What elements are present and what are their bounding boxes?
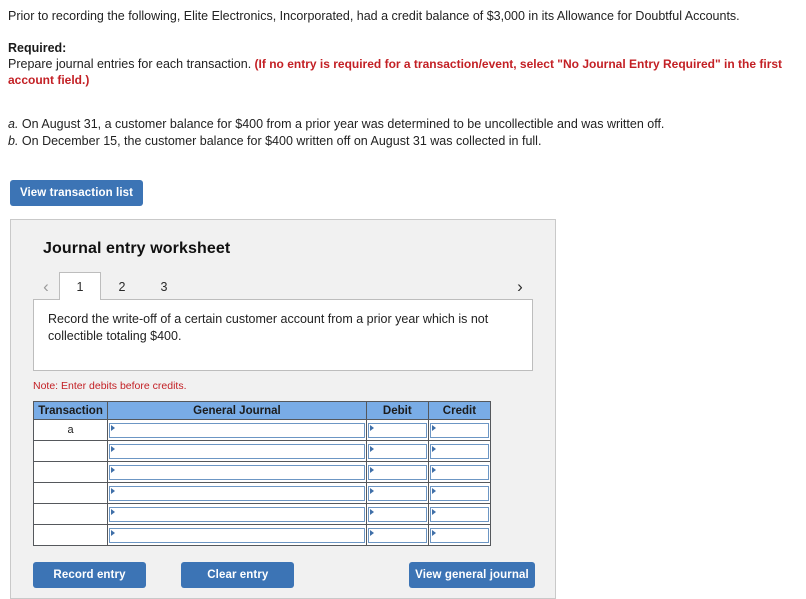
required-text: Prepare journal entries for each transac…: [8, 57, 252, 71]
transaction-list: a. On August 31, a customer balance for …: [8, 116, 798, 150]
credit-input[interactable]: [429, 464, 489, 480]
general-journal-input[interactable]: [109, 485, 365, 501]
worksheet-footer: Record entry Clear entry View general jo…: [33, 562, 535, 588]
table-header-row: Transaction General Journal Debit Credit: [32, 401, 492, 420]
worksheet-tabbar: ‹ 1 2 3 ›: [33, 272, 533, 300]
general-journal-input[interactable]: [109, 464, 365, 480]
credit-input-cell[interactable]: [427, 503, 492, 525]
tab-1[interactable]: 1: [59, 272, 101, 300]
column-header-credit: Credit: [427, 401, 492, 420]
debit-input-cell[interactable]: [365, 419, 429, 441]
table-row: [32, 482, 492, 504]
general-journal-input[interactable]: [109, 443, 365, 459]
journal-entry-table: Transaction General Journal Debit Credit…: [32, 401, 492, 546]
debits-before-credits-note: Note: Enter debits before credits.: [33, 380, 187, 392]
general-journal-input-cell[interactable]: [107, 440, 367, 462]
transaction-label-cell: [32, 482, 109, 504]
debit-input-cell[interactable]: [365, 482, 429, 504]
general-journal-input-cell[interactable]: [107, 482, 367, 504]
transaction-key: b.: [8, 134, 19, 148]
credit-input-cell[interactable]: [427, 524, 492, 546]
credit-input[interactable]: [429, 422, 489, 438]
chevron-right-icon[interactable]: ›: [507, 272, 533, 300]
list-item: a. On August 31, a customer balance for …: [8, 116, 798, 133]
general-journal-input[interactable]: [109, 506, 365, 522]
credit-input-cell[interactable]: [427, 419, 492, 441]
required-block: Required: Prepare journal entries for ea…: [8, 40, 798, 88]
worksheet-tabs: 1 2 3: [59, 272, 185, 300]
transaction-key: a.: [8, 117, 19, 131]
table-row: [32, 440, 492, 462]
debit-input[interactable]: [367, 422, 427, 438]
transaction-text: On December 15, the customer balance for…: [21, 134, 542, 148]
chevron-left-icon[interactable]: ‹: [33, 272, 59, 300]
debit-input-cell[interactable]: [365, 524, 429, 546]
credit-input-cell[interactable]: [427, 461, 492, 483]
list-item: b. On December 15, the customer balance …: [8, 133, 798, 150]
table-row: [32, 461, 492, 483]
general-journal-input[interactable]: [109, 527, 365, 543]
transaction-label-cell: [32, 461, 109, 483]
record-entry-button[interactable]: Record entry: [33, 562, 146, 588]
general-journal-input[interactable]: [109, 422, 365, 438]
credit-input[interactable]: [429, 443, 489, 459]
debit-input-cell[interactable]: [365, 461, 429, 483]
general-journal-input-cell[interactable]: [107, 461, 367, 483]
general-journal-input-cell[interactable]: [107, 419, 367, 441]
column-header-general-journal: General Journal: [107, 401, 367, 420]
credit-input[interactable]: [429, 527, 489, 543]
instruction-box: Record the write-off of a certain custom…: [33, 299, 533, 371]
view-transaction-list-button[interactable]: View transaction list: [10, 180, 143, 206]
page-title: Journal entry worksheet: [43, 240, 231, 257]
instruction-text: Record the write-off of a certain custom…: [48, 312, 489, 343]
debit-input-cell[interactable]: [365, 440, 429, 462]
transaction-label-cell: a: [32, 419, 109, 441]
table-row: a: [32, 419, 492, 441]
clear-entry-button[interactable]: Clear entry: [181, 562, 295, 588]
column-header-debit: Debit: [365, 401, 429, 420]
tab-3[interactable]: 3: [143, 272, 185, 300]
required-instruction: Prepare journal entries for each transac…: [8, 56, 798, 88]
credit-input[interactable]: [429, 506, 489, 522]
table-row: [32, 503, 492, 525]
transaction-label-cell: [32, 524, 109, 546]
debit-input[interactable]: [367, 527, 427, 543]
credit-input-cell[interactable]: [427, 440, 492, 462]
intro-text: Prior to recording the following, Elite …: [8, 9, 740, 23]
view-general-journal-button[interactable]: View general journal: [409, 562, 535, 588]
table-row: [32, 524, 492, 546]
transaction-label-cell: [32, 503, 109, 525]
tab-2[interactable]: 2: [101, 272, 143, 300]
debit-input[interactable]: [367, 464, 427, 480]
column-header-transaction: Transaction: [32, 401, 109, 420]
journal-entry-worksheet-panel: Journal entry worksheet ‹ 1 2 3 › Record…: [10, 219, 556, 599]
transaction-text: On August 31, a customer balance for $40…: [21, 117, 665, 131]
debit-input[interactable]: [367, 485, 427, 501]
general-journal-input-cell[interactable]: [107, 524, 367, 546]
general-journal-input-cell[interactable]: [107, 503, 367, 525]
problem-statement: Prior to recording the following, Elite …: [0, 0, 806, 150]
required-label: Required:: [8, 41, 67, 55]
debit-input[interactable]: [367, 506, 427, 522]
credit-input[interactable]: [429, 485, 489, 501]
debit-input-cell[interactable]: [365, 503, 429, 525]
transaction-label-cell: [32, 440, 109, 462]
credit-input-cell[interactable]: [427, 482, 492, 504]
debit-input[interactable]: [367, 443, 427, 459]
